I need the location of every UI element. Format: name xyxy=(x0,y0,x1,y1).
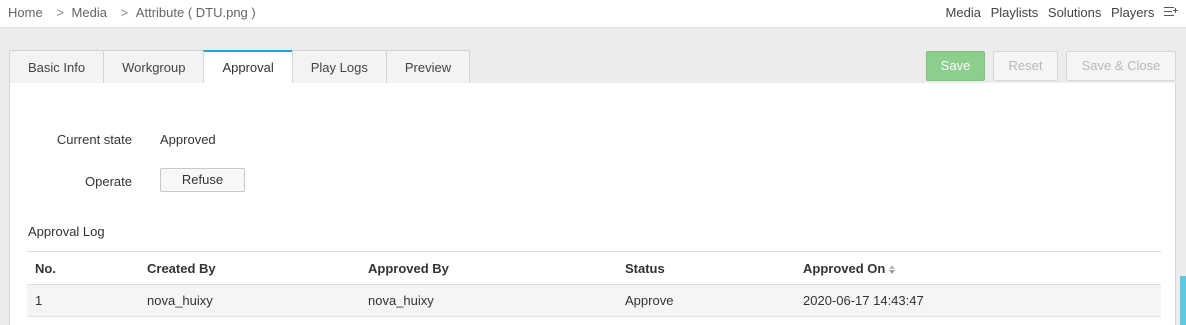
refuse-button[interactable]: Refuse xyxy=(160,168,245,192)
save-button[interactable]: Save xyxy=(926,51,985,81)
breadcrumb-separator: > xyxy=(56,5,64,20)
column-header-approved-by[interactable]: Approved By xyxy=(360,251,617,285)
breadcrumb-current: Attribute ( DTU.png ) xyxy=(135,5,256,20)
nav-media[interactable]: Media xyxy=(946,5,981,20)
approval-log-table: No. Created By Approved By Status Approv… xyxy=(27,251,1161,317)
column-header-status[interactable]: Status xyxy=(617,251,795,285)
breadcrumb-separator: > xyxy=(120,5,129,20)
cell-approved-on: 2020-06-17 14:43:47 xyxy=(795,284,1161,317)
tab-approval[interactable]: Approval xyxy=(203,50,292,85)
nav-solutions[interactable]: Solutions xyxy=(1048,5,1101,20)
tab-workgroup[interactable]: Workgroup xyxy=(103,50,204,84)
sort-icon[interactable] xyxy=(889,264,896,275)
save-close-button[interactable]: Save & Close xyxy=(1066,51,1176,81)
nav-playlists[interactable]: Playlists xyxy=(991,5,1039,20)
cell-no: 1 xyxy=(27,284,139,317)
operate-label: Operate xyxy=(85,174,132,189)
tab-play-logs[interactable]: Play Logs xyxy=(291,50,386,84)
top-nav: Media Playlists Solutions Players xyxy=(940,5,1178,20)
reset-button[interactable]: Reset xyxy=(993,51,1058,81)
table-header-row: No. Created By Approved By Status Approv… xyxy=(27,251,1161,285)
column-header-approved-on[interactable]: Approved On xyxy=(795,251,1161,285)
approval-panel: Current state Approved Operate Refuse Ap… xyxy=(9,83,1176,325)
cell-approved-by: nova_huixy xyxy=(360,284,617,317)
column-header-no[interactable]: No. xyxy=(27,251,139,285)
nav-players[interactable]: Players xyxy=(1111,5,1154,20)
tab-basic-info[interactable]: Basic Info xyxy=(9,50,104,84)
top-bar: Home > Media > Attribute ( DTU.png ) Med… xyxy=(0,0,1186,28)
tab-preview[interactable]: Preview xyxy=(385,50,471,84)
cell-created-by: nova_huixy xyxy=(139,284,360,317)
current-state-value: Approved xyxy=(160,132,216,147)
breadcrumb: Home > Media > Attribute ( DTU.png ) xyxy=(8,5,256,20)
action-buttons: Save Reset Save & Close xyxy=(926,51,1176,81)
table-row[interactable]: 1 nova_huixy nova_huixy Approve 2020-06-… xyxy=(27,284,1161,317)
cell-status: Approve xyxy=(617,284,795,317)
tab-bar: Basic Info Workgroup Approval Play Logs … xyxy=(9,50,471,85)
side-help-tab[interactable] xyxy=(1180,276,1186,325)
menu-plus-icon[interactable] xyxy=(1164,6,1178,18)
column-header-created-by[interactable]: Created By xyxy=(139,251,360,285)
current-state-label: Current state xyxy=(56,132,132,147)
breadcrumb-home[interactable]: Home xyxy=(8,5,43,20)
approval-log-title: Approval Log xyxy=(28,224,105,239)
approved-on-label: Approved On xyxy=(803,260,886,276)
breadcrumb-media[interactable]: Media xyxy=(72,5,107,20)
